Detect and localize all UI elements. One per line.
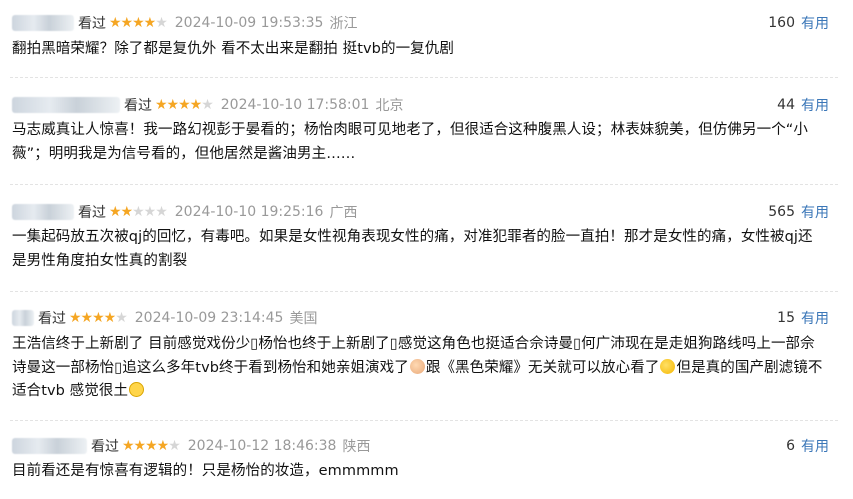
- review-meta: 看过 ★★★★★ 2024-10-12 18:46:38 陕西: [12, 436, 370, 456]
- review-meta: 看过 ★★★★★ 2024-10-10 19:25:16 广西: [12, 202, 357, 222]
- smile-emoji-icon: [129, 382, 145, 397]
- review-meta: 看过 ★★★★★ 2024-10-10 17:58:01 北京: [12, 95, 403, 115]
- rating-stars: ★★★★★: [155, 97, 214, 113]
- review-text: 目前看还是有惊喜有逻辑的！只是杨怡的妆造，emmmmm: [12, 463, 399, 479]
- vote-area: 565 有用: [768, 202, 829, 222]
- vote-area: 160 有用: [768, 13, 829, 33]
- vote-count: 160: [768, 15, 795, 31]
- watch-status: 看过: [78, 205, 106, 221]
- vote-area: 15 有用: [777, 308, 829, 328]
- useful-button[interactable]: 有用: [801, 13, 829, 33]
- rating-stars: ★★★★★: [122, 438, 181, 454]
- review-location: 浙江: [329, 16, 358, 32]
- review-text: 王浩信终于上新剧了 目前感觉戏份少▯杨怡也终于上新剧了▯感觉这角色也挺适合佘诗曼…: [12, 333, 827, 404]
- rating-stars: ★★★★★: [69, 310, 128, 326]
- username-blurred[interactable]: [12, 97, 120, 113]
- review-time: 2024-10-12 18:46:38: [187, 438, 337, 454]
- useful-button[interactable]: 有用: [801, 308, 829, 328]
- username-blurred[interactable]: [12, 15, 74, 31]
- username-blurred[interactable]: [12, 438, 87, 454]
- watch-status: 看过: [124, 98, 152, 114]
- review-location: 美国: [289, 311, 318, 327]
- vote-area: 6 有用: [786, 436, 829, 456]
- username-blurred[interactable]: [12, 204, 74, 220]
- vote-count: 44: [777, 97, 795, 113]
- watch-status: 看过: [91, 439, 119, 455]
- username-blurred[interactable]: [12, 310, 34, 326]
- review-time: 2024-10-09 23:14:45: [134, 310, 284, 326]
- heart-eyes-emoji-icon: [660, 358, 676, 374]
- divider: [10, 420, 838, 421]
- divider: [10, 291, 838, 292]
- review-time: 2024-10-09 19:53:35: [174, 15, 324, 31]
- vote-count: 6: [786, 438, 795, 454]
- review-text: 马志威真让人惊喜！我一路幻视彭于晏看的；杨怡肉眼可见地老了，但很适合这种腹黑人设…: [12, 122, 809, 162]
- divider: [10, 184, 838, 185]
- review-meta: 看过 ★★★★★ 2024-10-09 19:53:35 浙江: [12, 13, 357, 33]
- rating-stars: ★★★★★: [109, 204, 168, 220]
- review-location: 北京: [375, 98, 404, 114]
- vote-count: 15: [777, 310, 795, 326]
- review-location: 陕西: [342, 439, 371, 455]
- rating-stars: ★★★★★: [109, 15, 168, 31]
- divider: [10, 77, 838, 78]
- vote-count: 565: [768, 204, 795, 220]
- watch-status: 看过: [38, 311, 66, 327]
- review-text: 一集起码放五次被qj的回忆，有毒吧。如果是女性视角表现女性的痛，对准犯罪者的脸一…: [12, 229, 813, 269]
- review-time: 2024-10-10 19:25:16: [174, 204, 324, 220]
- useful-button[interactable]: 有用: [801, 436, 829, 456]
- vote-area: 44 有用: [777, 95, 829, 115]
- clap-hands-emoji-icon: [409, 358, 425, 374]
- review-meta: 看过 ★★★★★ 2024-10-09 23:14:45 美国: [12, 308, 317, 328]
- review-time: 2024-10-10 17:58:01: [220, 97, 370, 113]
- watch-status: 看过: [78, 16, 106, 32]
- useful-button[interactable]: 有用: [801, 202, 829, 222]
- useful-button[interactable]: 有用: [801, 95, 829, 115]
- review-location: 广西: [329, 205, 358, 221]
- review-text-part: 跟《黑色荣耀》无关就可以放心看了: [425, 359, 660, 376]
- review-text: 翻拍黑暗荣耀？除了都是复仇外 看不太出来是翻拍 挺tvb的一复仇剧: [12, 41, 454, 57]
